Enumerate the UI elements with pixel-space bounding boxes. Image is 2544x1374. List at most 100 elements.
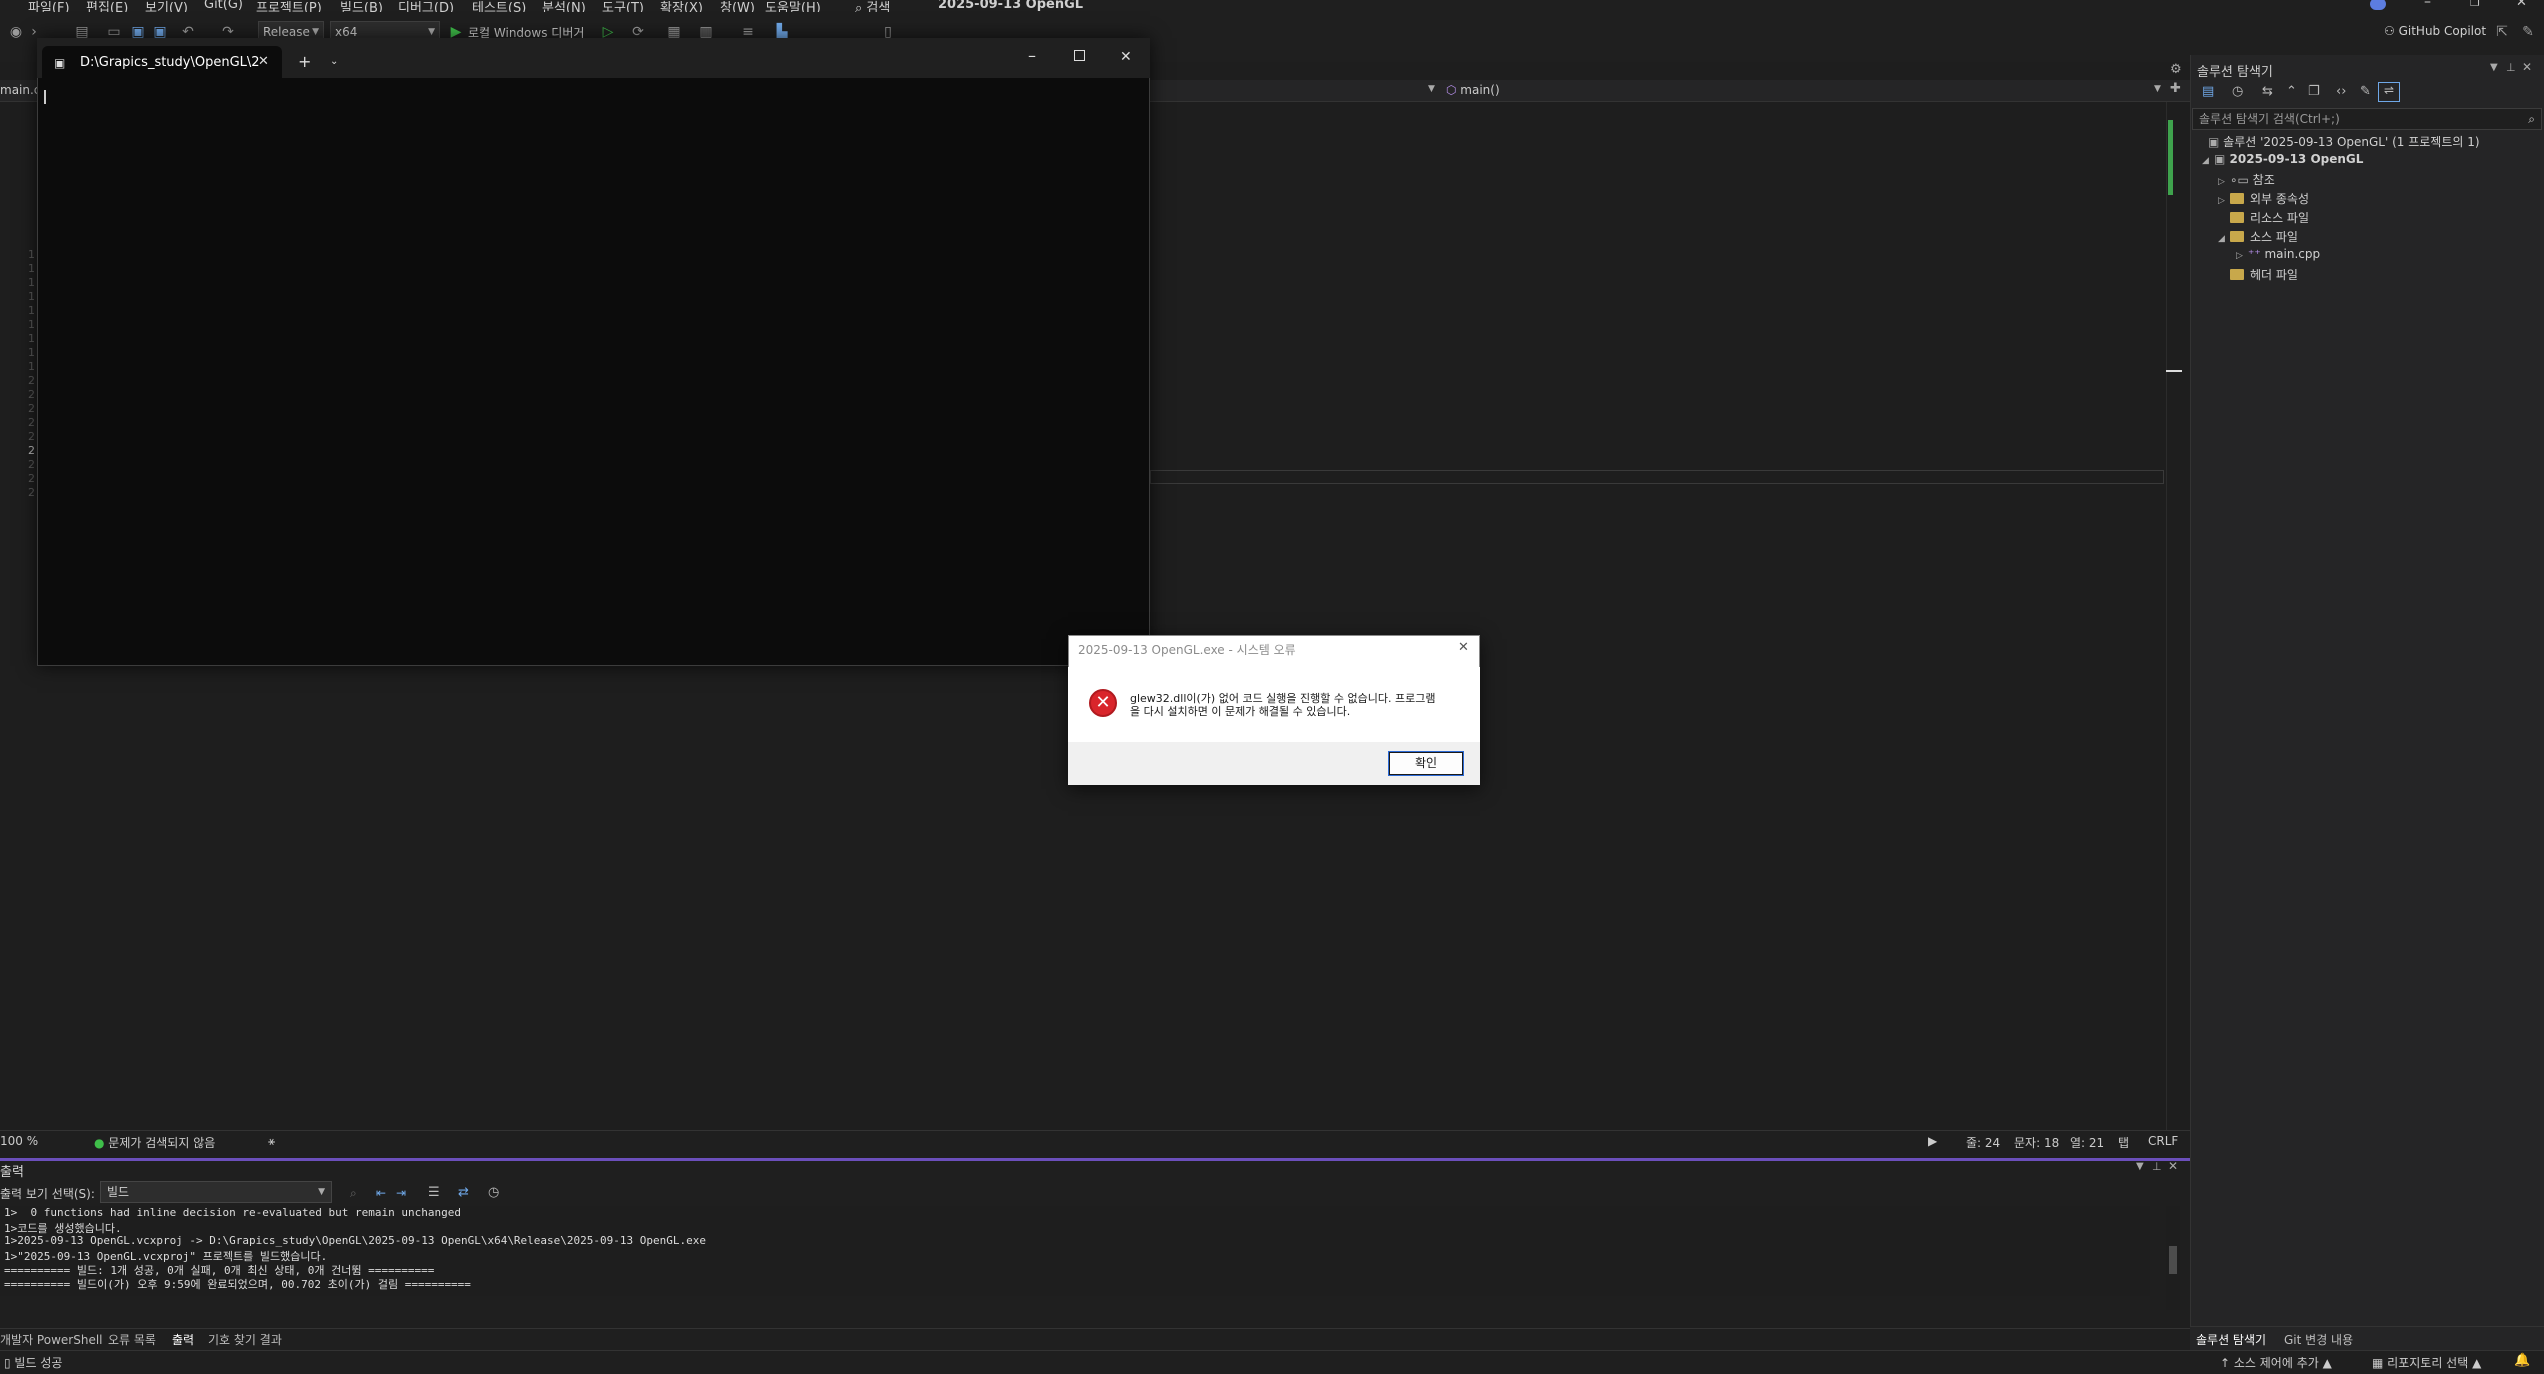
next-message-icon[interactable]: ⇥ (396, 1186, 406, 1200)
notifications-icon[interactable]: 🔔 (2514, 1353, 2530, 1368)
panel-options-icon[interactable]: ▼ (2490, 62, 2498, 73)
github-copilot-button[interactable]: ⚇ GitHub Copilot (2384, 24, 2486, 38)
expand-arrow-icon: ◢ (2202, 156, 2209, 166)
editor-status-strip (0, 1130, 2190, 1152)
avatar[interactable] (2370, 0, 2386, 10)
output-line: 1> 0 functions had inline decision re-ev… (4, 1206, 461, 1219)
line-number: 1 (28, 248, 35, 261)
error-icon: ✕ (1089, 689, 1117, 717)
line-number: 2 (28, 374, 35, 387)
terminal-window[interactable] (37, 38, 1150, 666)
solution-explorer-bottom-tabs: 솔루션 탐색기 Git 변경 내용 (2190, 1326, 2544, 1350)
close-panel-icon[interactable]: ✕ (2168, 1159, 2178, 1173)
dialog-message-line2: 을 다시 설치하면 이 문제가 해결될 수 있습니다. (1130, 705, 1351, 718)
minimize-icon[interactable]: – (1028, 46, 1036, 65)
function-navigator[interactable]: ⬡ main() (1446, 83, 1500, 97)
editor-vertical-scrollbar[interactable] (2166, 102, 2180, 1132)
line-position[interactable]: 줄: 24 (1966, 1134, 2000, 1151)
tree-source-files[interactable]: ◢ 소스 파일 (2218, 228, 2298, 245)
folder-icon (2230, 231, 2244, 242)
line-number: 1 (28, 276, 35, 289)
issues-indicator[interactable]: ● 문제가 검색되지 않음 (94, 1134, 215, 1151)
close-panel-icon[interactable]: ✕ (2522, 60, 2532, 74)
status-bar: ▯ 빌드 성공 ↑ 소스 제어에 추가 ▲ ▦ 리포지토리 선택 ▲ 🔔 (0, 1350, 2544, 1374)
sync-icon[interactable]: ⇆ (2262, 84, 2273, 99)
find-message-icon[interactable]: ⌕ (350, 1186, 357, 1201)
split-editor-icon[interactable]: ✚ (2170, 81, 2181, 96)
line-ending[interactable]: CRLF (2148, 1134, 2178, 1148)
tree-references[interactable]: ▷ ∘▭ 참조 (2218, 171, 2275, 188)
pin-icon[interactable]: ⊥ (2506, 61, 2516, 74)
maximize-icon[interactable] (1074, 50, 1085, 61)
tab-dropdown-icon[interactable]: ⌄ (330, 56, 338, 67)
tree-project[interactable]: ◢ ▣ 2025-09-13 OpenGL (2202, 152, 2363, 166)
line-number: 2 (28, 402, 35, 415)
cleanup-icon[interactable]: ⚹ (268, 1134, 275, 1149)
bottom-panel-tabs (0, 1328, 2190, 1350)
clear-all-icon[interactable]: ☰ (428, 1185, 440, 1200)
close-tab-icon[interactable]: ✕ (258, 54, 269, 69)
tab-indicator[interactable]: 탭 (2118, 1134, 2129, 1151)
tree-resource-files[interactable]: 리소스 파일 (2230, 209, 2309, 226)
timestamp-icon[interactable]: ◷ (488, 1185, 499, 1200)
tab-solution-explorer[interactable]: 솔루션 탐색기 (2196, 1331, 2266, 1348)
solution-explorer-search[interactable]: 솔루션 탐색기 검색(Ctrl+;) ⌕ (2192, 108, 2542, 130)
tab-find-symbol-results[interactable]: 기호 찾기 결과 (208, 1331, 282, 1348)
chevron-down-icon[interactable]: ▼ (1428, 84, 1435, 94)
collapse-all-icon[interactable]: ⌃ (2286, 84, 2297, 99)
switch-views-icon[interactable]: ▤ (2202, 84, 2214, 99)
dialog-close-icon[interactable]: ✕ (1458, 640, 1469, 655)
tab-developer-powershell[interactable]: 개발자 PowerShell (0, 1331, 103, 1348)
column-position[interactable]: 열: 21 (2070, 1134, 2104, 1151)
tree-header-files[interactable]: 헤더 파일 (2230, 266, 2298, 283)
scroll-right-icon[interactable]: ▶ (1928, 1134, 1937, 1148)
back-nav-icon[interactable]: ◉ (8, 24, 24, 40)
view-code-icon[interactable]: ‹› (2336, 84, 2346, 99)
output-source-select[interactable]: 빌드 ▼ (100, 1181, 332, 1203)
panel-options-icon[interactable]: ▼ (2136, 1161, 2144, 1172)
feedback-icon[interactable]: ✎ (2520, 24, 2536, 40)
restore-window-icon[interactable]: ❐ (2470, 0, 2480, 9)
new-tab-icon[interactable]: + (298, 52, 311, 71)
output-vertical-scrollbar[interactable] (2166, 1206, 2180, 1310)
panel-divider[interactable] (0, 1158, 2190, 1161)
scroll-thumb[interactable] (2169, 1246, 2177, 1274)
properties-icon[interactable]: ✎ (2360, 84, 2371, 99)
word-wrap-icon[interactable]: ⇄ (458, 1185, 469, 1200)
settings-gear-icon[interactable]: ⚙ (2170, 62, 2182, 77)
folder-icon (2230, 193, 2244, 204)
zoom-level[interactable]: 100 % (0, 1134, 38, 1148)
close-window-icon[interactable]: ✕ (2516, 0, 2527, 10)
prev-message-icon[interactable]: ⇤ (376, 1186, 386, 1200)
build-icon: ▯ (4, 1356, 15, 1370)
tab-git-changes[interactable]: Git 변경 내용 (2284, 1331, 2353, 1348)
output-text-area[interactable]: 1> 0 functions had inline decision re-ev… (0, 1206, 2150, 1296)
references-icon: ∘▭ (2230, 173, 2253, 187)
close-icon[interactable]: ✕ (1120, 49, 1132, 65)
solution-explorer-title: 솔루션 탐색기 (2197, 65, 2273, 80)
minimize-window-icon[interactable]: – (2424, 0, 2431, 10)
pin-icon[interactable]: ⊥ (2152, 1160, 2162, 1173)
line-number: 2 (28, 486, 35, 499)
tab-error-list[interactable]: 오류 목록 (108, 1331, 156, 1348)
show-all-files-icon[interactable]: ❐ (2308, 84, 2320, 99)
dialog-title: 2025-09-13 OpenGL.exe - 시스템 오류 (1078, 643, 1296, 657)
tree-solution[interactable]: ▣ 솔루션 '2025-09-13 OpenGL' (1 프로젝트의 1) (2208, 133, 2480, 150)
line-number: 2 (28, 444, 35, 457)
preview-icon[interactable]: ⇌ (2378, 82, 2400, 102)
tab-output[interactable]: 출력 (172, 1331, 194, 1348)
tree-main-cpp[interactable]: ▷ ⁺⁺ main.cpp (2236, 247, 2320, 261)
char-position[interactable]: 문자: 18 (2014, 1134, 2059, 1151)
share-icon[interactable]: ⇱ (2494, 24, 2510, 40)
window-title: 2025-09-13 OpenGL (938, 0, 1084, 12)
tree-external-dependencies[interactable]: ▷ 외부 종속성 (2218, 190, 2309, 207)
line-number: 1 (28, 262, 35, 275)
history-icon[interactable]: ◷ (2232, 84, 2243, 99)
scroll-position-marker (2166, 370, 2182, 372)
chevron-down-icon[interactable]: ▼ (2154, 84, 2161, 94)
menu-git[interactable]: Git(G) (204, 0, 243, 12)
collapse-arrow-icon: ▷ (2236, 251, 2243, 261)
ok-button[interactable]: 확인 (1388, 751, 1464, 776)
select-repository-button[interactable]: ▦ 리포지토리 선택 ▲ (2372, 1354, 2481, 1371)
add-to-source-control-button[interactable]: ↑ 소스 제어에 추가 ▲ (2220, 1354, 2332, 1371)
